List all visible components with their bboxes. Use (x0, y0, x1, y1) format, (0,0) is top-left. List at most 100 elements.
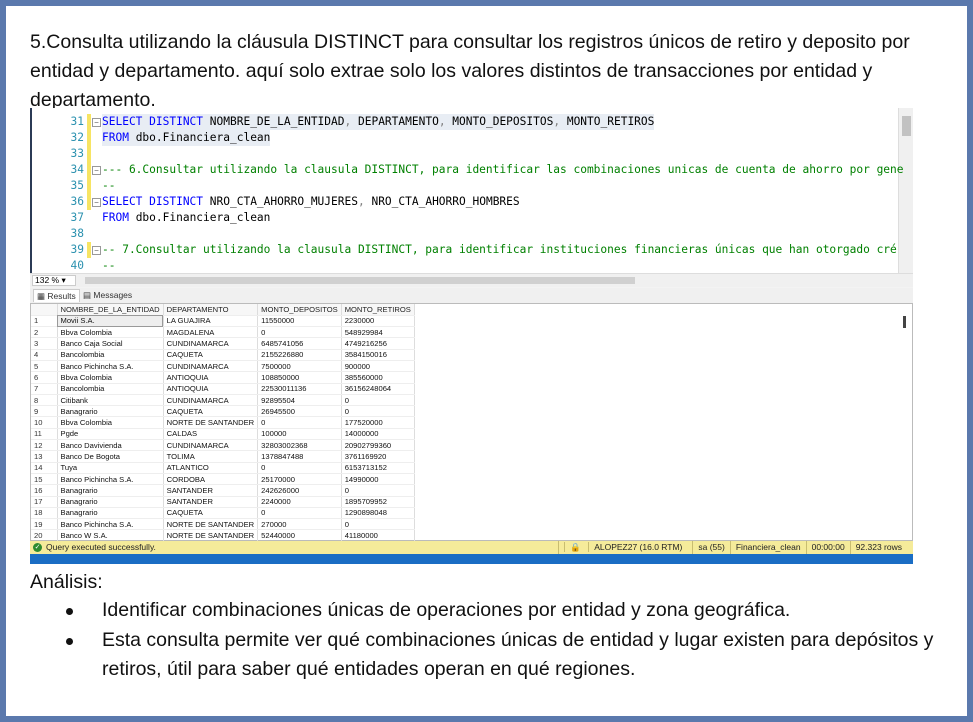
table-row[interactable]: 1 Movii S.A. LA GUAJIRA 11550000 2230000 (31, 315, 415, 328)
grid-cell[interactable]: 11550000 (257, 315, 342, 328)
grid-cell[interactable]: 0 (341, 394, 415, 407)
row-number[interactable]: 4 (31, 349, 58, 361)
grid-cell[interactable]: 2230000 (341, 315, 415, 328)
table-row[interactable]: 6 Bbva Colombia ANTIOQUIA 108850000 38556000… (31, 371, 415, 384)
row-number[interactable]: 5 (31, 360, 58, 373)
grid-cell[interactable]: ANTIOQUIA (163, 371, 259, 384)
grid-cell[interactable]: 25170000 (257, 473, 342, 486)
grid-cell[interactable]: Banco Caja Social (57, 337, 164, 350)
editor-horizontal-scrollbar[interactable] (85, 277, 635, 284)
grid-cell[interactable]: 0 (257, 507, 342, 520)
grid-cell[interactable]: SANTANDER (163, 484, 259, 497)
grid-cell[interactable]: Banagrario (57, 496, 164, 508)
collapse-icon[interactable]: − (92, 118, 101, 127)
grid-cell[interactable]: 108850000 (257, 371, 342, 384)
grid-cell[interactable]: ANTIOQUIA (163, 383, 259, 395)
grid-cell[interactable]: 14990000 (341, 473, 415, 486)
code-line[interactable]: SELECT DISTINCT NOMBRE_DE_LA_ENTIDAD, DE… (102, 114, 655, 130)
row-number[interactable]: 2 (31, 326, 58, 339)
grid-cell[interactable]: 385560000 (341, 371, 415, 384)
grid-cell[interactable]: CUNDINAMARCA (163, 394, 259, 407)
row-number[interactable]: 12 (31, 439, 58, 452)
grid-cell[interactable]: Banco De Bogota (57, 450, 164, 463)
grid-cell[interactable]: 92895504 (257, 394, 342, 407)
grid-cell[interactable]: 900000 (341, 360, 415, 373)
row-number[interactable]: 8 (31, 394, 58, 407)
grid-cell[interactable]: CUNDINAMARCA (163, 439, 259, 452)
table-row[interactable]: 4 Bancolombia CAQUETA 2155226880 3584150016 (31, 349, 415, 361)
table-row[interactable]: 20 Banco W S.A. NORTE DE SANTANDER 52440000… (31, 529, 415, 542)
grid-cell[interactable]: Pgde (57, 428, 164, 441)
grid-cell[interactable]: 3761169920 (341, 450, 415, 463)
grid-cell[interactable]: CALDAS (163, 428, 259, 441)
grid-cell[interactable]: 36156248064 (341, 383, 415, 395)
grid-cell[interactable]: 7500000 (257, 360, 342, 373)
grid-cell[interactable]: 0 (257, 326, 342, 339)
grid-cell[interactable]: NORTE DE SANTANDER (163, 529, 259, 542)
table-row[interactable]: 7 Bancolombia ANTIOQUIA 22530011136 36156248… (31, 383, 415, 395)
grid-cell[interactable]: Banco W S.A. (57, 529, 164, 542)
table-row[interactable]: 2 Bbva Colombia MAGDALENA 0 548929984 (31, 326, 415, 339)
column-header[interactable] (31, 304, 58, 316)
row-number[interactable]: 10 (31, 416, 58, 429)
grid-cell[interactable]: Bancolombia (57, 349, 164, 361)
table-row[interactable]: 12 Banco Davivienda CUNDINAMARCA 3280300236… (31, 439, 415, 452)
grid-cell[interactable]: 2155226880 (257, 349, 342, 361)
table-row[interactable]: 17 Banagrario SANTANDER 2240000 1895709952 (31, 496, 415, 508)
table-row[interactable]: 18 Banagrario CAQUETA 0 1290898048 (31, 507, 415, 520)
editor-vertical-scrollbar[interactable] (898, 108, 913, 273)
table-row[interactable]: 13 Banco De Bogota TOLIMA 1378847488 3761169… (31, 450, 415, 463)
grid-cell[interactable]: Bancolombia (57, 383, 164, 395)
grid-cell[interactable]: 26945500 (257, 405, 342, 418)
grid-cell[interactable]: 3584150016 (341, 349, 415, 361)
row-number[interactable]: 1 (31, 315, 58, 328)
grid-cell[interactable]: ATLANTICO (163, 462, 259, 474)
query-editor[interactable]: 31− SELECT DISTINCT NOMBRE_DE_LA_ENTIDAD,… (30, 108, 913, 273)
row-number[interactable]: 19 (31, 518, 58, 531)
row-number[interactable]: 6 (31, 371, 58, 384)
column-header[interactable]: MONTO_RETIROS (341, 304, 415, 316)
grid-cell[interactable]: 270000 (257, 518, 342, 531)
code-line[interactable]: -- (102, 178, 115, 194)
grid-cell[interactable]: Bbva Colombia (57, 326, 164, 339)
grid-cell[interactable]: SANTANDER (163, 496, 259, 508)
grid-cell[interactable]: Banco Pichincha S.A. (57, 360, 164, 373)
row-number[interactable]: 20 (31, 529, 58, 542)
grid-cell[interactable]: Banagrario (57, 484, 164, 497)
table-row[interactable]: 10 Bbva Colombia NORTE DE SANTANDER 0 177520… (31, 416, 415, 429)
grid-cell[interactable]: 177520000 (341, 416, 415, 429)
grid-cell[interactable]: Banco Pichincha S.A. (57, 473, 164, 486)
code-line[interactable]: FROM dbo.Financiera_clean (102, 210, 270, 226)
grid-cell[interactable]: Citibank (57, 394, 164, 407)
column-header[interactable]: MONTO_DEPOSITOS (257, 304, 342, 316)
table-row[interactable]: 19 Banco Pichincha S.A. NORTE DE SANTANDER… (31, 518, 415, 531)
table-row[interactable]: 11 Pgde CALDAS 100000 14000000 (31, 428, 415, 441)
grid-cell[interactable]: CORDOBA (163, 473, 259, 486)
grid-cell[interactable]: Banco Davivienda (57, 439, 164, 452)
code-line[interactable]: --- 6.Consultar utilizando la clausula D… (102, 162, 904, 178)
grid-cell[interactable]: Tuya (57, 462, 164, 474)
column-header[interactable]: NOMBRE_DE_LA_ENTIDAD (57, 304, 164, 316)
grid-cell[interactable]: 242626000 (257, 484, 342, 497)
grid-cell[interactable]: 0 (341, 518, 415, 531)
grid-cell[interactable]: Banagrario (57, 507, 164, 520)
grid-cell[interactable]: 0 (341, 484, 415, 497)
grid-cell[interactable]: 1378847488 (257, 450, 342, 463)
grid-cell[interactable]: 41180000 (341, 529, 415, 542)
code-line[interactable]: FROM dbo.Financiera_clean (102, 130, 271, 146)
grid-cell[interactable]: 0 (341, 405, 415, 418)
grid-cell[interactable]: 22530011136 (257, 383, 342, 395)
code-line[interactable]: SELECT DISTINCT NRO_CTA_AHORRO_MUJERES, … (102, 194, 520, 210)
grid-cell[interactable]: CAQUETA (163, 507, 259, 520)
grid-cell[interactable]: 32803002368 (257, 439, 342, 452)
grid-cell[interactable]: NORTE DE SANTANDER (163, 518, 259, 531)
code-line[interactable]: -- (102, 258, 115, 274)
grid-cell[interactable]: Bbva Colombia (57, 416, 164, 429)
grid-cell[interactable]: CAQUETA (163, 405, 259, 418)
grid-cell[interactable]: 1290898048 (341, 507, 415, 520)
row-number[interactable]: 18 (31, 507, 58, 520)
grid-cell[interactable]: CAQUETA (163, 349, 259, 361)
row-number[interactable]: 16 (31, 484, 58, 497)
grid-cell[interactable]: MAGDALENA (163, 326, 259, 339)
grid-cell[interactable]: CUNDINAMARCA (163, 360, 259, 373)
